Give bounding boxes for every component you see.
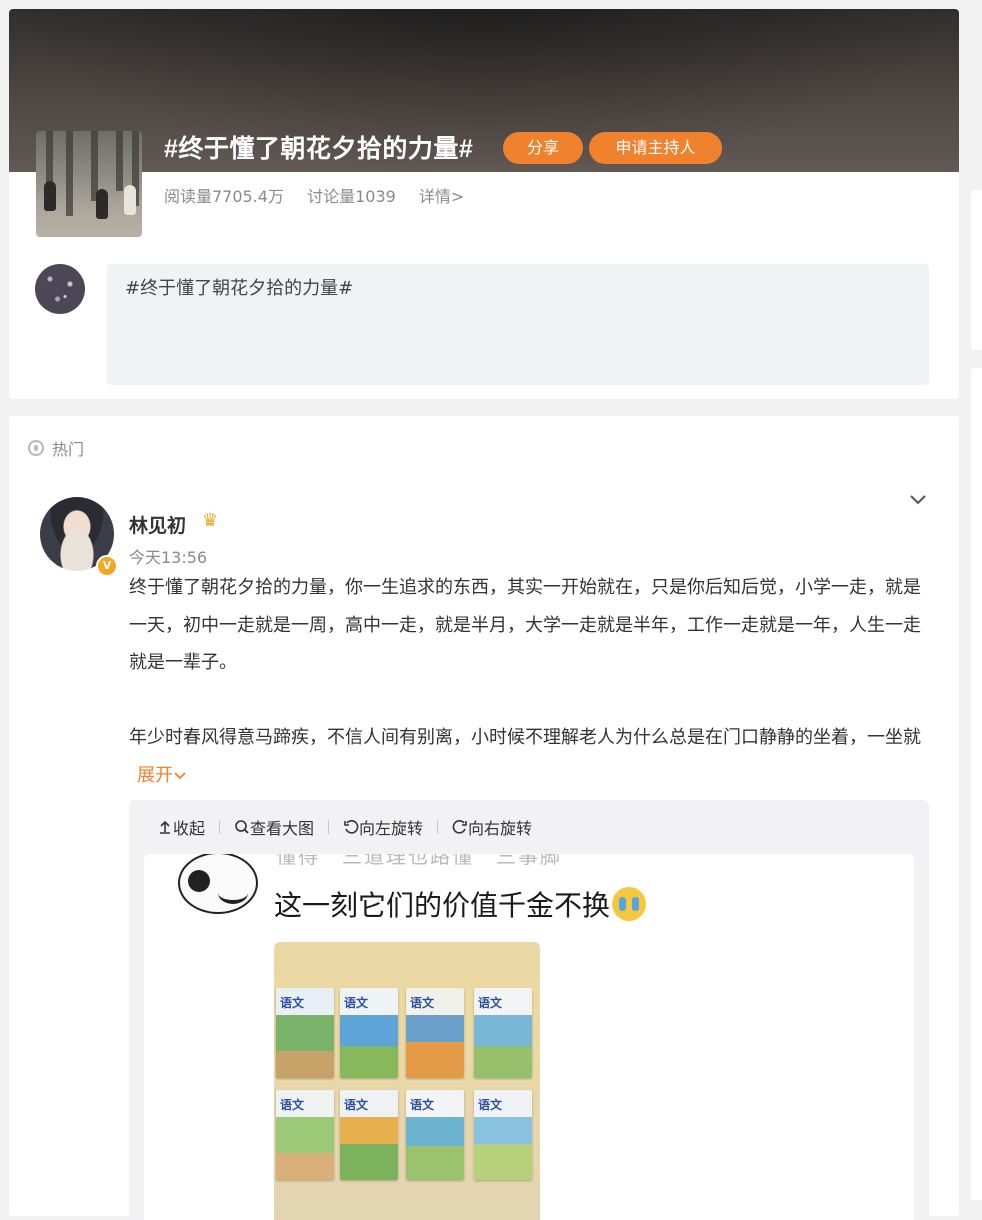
book-title: 语文 [280,996,305,1010]
hot-section-label: 热门 [28,436,84,460]
image-faded-text: 懂得 三道理也路懂 三事脚 [276,854,562,868]
crying-emoji [612,887,647,921]
topic-stats: 阅读量7705.4万 讨论量1039 详情> [164,183,482,207]
post-paragraph: 终于懂了朝花夕拾的力量，你一生追求的东西，其实一开始就在，只是你后知后觉，小学一… [129,577,921,673]
image-caption-text: 这一刻它们的价值千金不换 [274,890,611,921]
hot-label-text: 热门 [52,440,85,459]
textbooks-photo: 语文 语文 语文 语文 语文 语文 语文 语文 [274,942,540,1220]
book-title: 语文 [410,1098,435,1112]
right-sidebar-card-lower [971,368,982,1200]
right-sidebar-card [971,190,982,350]
verified-badge-icon: V [96,555,118,577]
topic-header-card: #终于懂了朝花夕拾的力量# 分享 申请主持人 阅读量7705.4万 讨论量103… [9,9,959,399]
post-image[interactable]: 懂得 三道理也路懂 三事脚 这一刻它们的价值千金不换 语文 语文 语文 语文 语… [144,854,914,1220]
hot-icon [28,440,44,456]
post-body: 终于懂了朝花夕拾的力量，你一生追求的东西，其实一开始就在，只是你后知后觉，小学一… [129,569,929,794]
rotate-right-label: 向右旋转 [468,819,533,838]
read-count: 阅读量7705.4万 [164,187,284,206]
chevron-down-icon[interactable] [907,488,929,510]
image-caption: 这一刻它们的价值千金不换 [274,884,647,924]
apply-host-button[interactable]: 申请主持人 [589,132,722,164]
book-title: 语文 [280,1098,305,1112]
topic-cover-image [36,131,142,237]
book-title: 语文 [344,996,369,1010]
author-name[interactable]: 林见初 [129,511,186,538]
book-title: 语文 [410,996,435,1010]
rotate-left-button[interactable]: 向左旋转 [343,815,423,839]
rotate-right-button[interactable]: 向右旋转 [452,815,532,839]
rotate-right-icon [452,820,467,834]
expand-link[interactable]: 展开 [137,765,187,786]
details-link[interactable]: 详情> [419,187,464,206]
post-paragraph: 年少时春风得意马蹄疾，不信人间有别离，小时候不理解老人为什么总是在门口静静的坐着… [129,719,929,794]
feed-card: 热门 V 林见初 ♛ 今天13:56 终于懂了朝花夕拾的力量，你一生追求的东西，… [9,416,959,1220]
view-large-label: 查看大图 [250,819,315,838]
view-large-button[interactable]: 查看大图 [234,815,314,839]
topic-banner [9,9,959,172]
topic-title: #终于懂了朝花夕拾的力量# [164,135,474,163]
expand-chevron-icon [174,771,186,779]
collapse-button[interactable]: 收起 [157,815,205,839]
book-title: 语文 [478,1098,503,1112]
post-paragraph-text: 年少时春风得意马蹄疾，不信人间有别离，小时候不理解老人为什么总是在门口静静的坐着… [129,727,921,748]
composer-text: #终于懂了朝花夕拾的力量# [125,278,354,299]
zoom-icon [235,820,249,834]
viewer-toolbar: 收起 查看大图 向左旋转 向右旋转 [129,800,929,854]
toolbar-divider [437,820,439,834]
composer-avatar [35,264,85,314]
book-title: 语文 [478,996,503,1010]
rotate-left-icon [344,820,359,834]
post-composer-input[interactable]: #终于懂了朝花夕拾的力量# [107,264,929,385]
collapse-label: 收起 [173,819,206,838]
post-timestamp[interactable]: 今天13:56 [129,544,207,568]
discussion-count: 讨论量1039 [307,187,396,206]
crown-icon: ♛ [202,510,219,531]
meme-face-image [178,854,258,914]
rotate-left-label: 向左旋转 [359,819,424,838]
collapse-icon [160,820,170,834]
toolbar-divider [328,820,330,834]
image-viewer: 收起 查看大图 向左旋转 向右旋转 懂得 三道理也路懂 三事脚 这一刻它们的价值… [129,800,929,1220]
book-title: 语文 [344,1098,369,1112]
share-button[interactable]: 分享 [503,132,583,164]
expand-label: 展开 [137,764,173,786]
toolbar-divider [219,820,221,834]
